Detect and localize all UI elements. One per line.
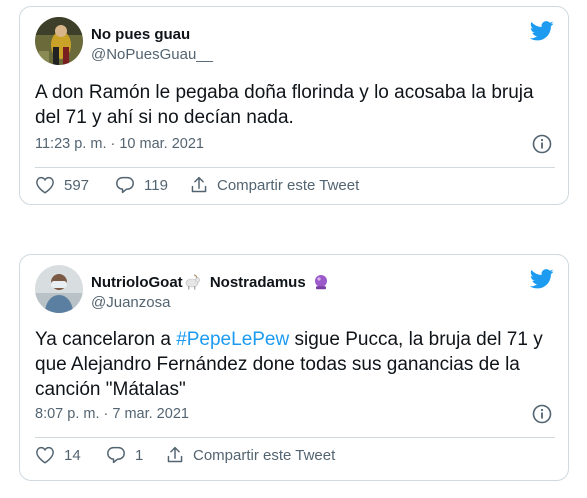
tweet-text: A don Ramón le pegaba doña florinda y lo… (35, 82, 534, 128)
tweet-timestamp[interactable]: 11:23 p. m. · 10 mar. 2021 (35, 136, 204, 152)
share-icon (167, 446, 183, 463)
like-button[interactable]: 14 (35, 446, 81, 464)
share-label: Compartir este Tweet (193, 446, 336, 464)
reply-icon (107, 446, 125, 464)
avatar[interactable] (35, 265, 83, 313)
tweet-card[interactable]: No pues guau @NoPuesGuau__ A don Ramón l… (19, 6, 569, 205)
goat-emoji-icon (185, 274, 200, 290)
display-name[interactable]: No pues guau (91, 26, 190, 43)
share-button[interactable]: Compartir este Tweet (166, 446, 335, 464)
info-icon[interactable] (532, 134, 552, 154)
reply-icon (116, 176, 134, 194)
reply-button[interactable]: 1 (106, 446, 143, 464)
divider (35, 167, 555, 168)
avatar[interactable] (35, 17, 83, 65)
like-count: 597 (64, 176, 90, 194)
reply-count: 119 (144, 176, 168, 194)
share-icon (191, 176, 207, 193)
display-name[interactable]: NutrioloGoat Nostradamus (91, 274, 329, 291)
like-button[interactable]: 597 (35, 176, 89, 194)
display-name-text: NutrioloGoat (91, 274, 183, 291)
user-handle[interactable]: @Juanzosa (91, 294, 170, 311)
user-handle[interactable]: @NoPuesGuau__ (91, 46, 213, 63)
tweet-text-before: Ya cancelaron a (35, 329, 177, 350)
hashtag-link[interactable]: #PepeLePew (176, 329, 289, 350)
twitter-bird-icon[interactable] (530, 269, 554, 289)
display-name-suffix: Nostradamus (209, 274, 306, 291)
tweet-timestamp[interactable]: 8:07 p. m. · 7 mar. 2021 (35, 406, 189, 422)
crystal-ball-emoji-icon (314, 275, 327, 290)
info-icon[interactable] (532, 404, 552, 424)
share-button[interactable]: Compartir este Tweet (190, 176, 359, 194)
reply-button[interactable]: 119 (115, 176, 168, 194)
divider (35, 437, 555, 438)
reply-count: 1 (135, 446, 144, 464)
share-label: Compartir este Tweet (217, 176, 360, 194)
tweet-card[interactable]: NutrioloGoat Nostradamus @Juanzosa Ya ca… (19, 254, 569, 481)
twitter-bird-icon[interactable] (530, 21, 554, 41)
like-count: 14 (64, 446, 81, 464)
heart-icon (36, 176, 54, 194)
heart-icon (36, 446, 54, 464)
tweet-text: Ya cancelaron a #PepeLePew sigue Pucca, … (35, 327, 555, 402)
